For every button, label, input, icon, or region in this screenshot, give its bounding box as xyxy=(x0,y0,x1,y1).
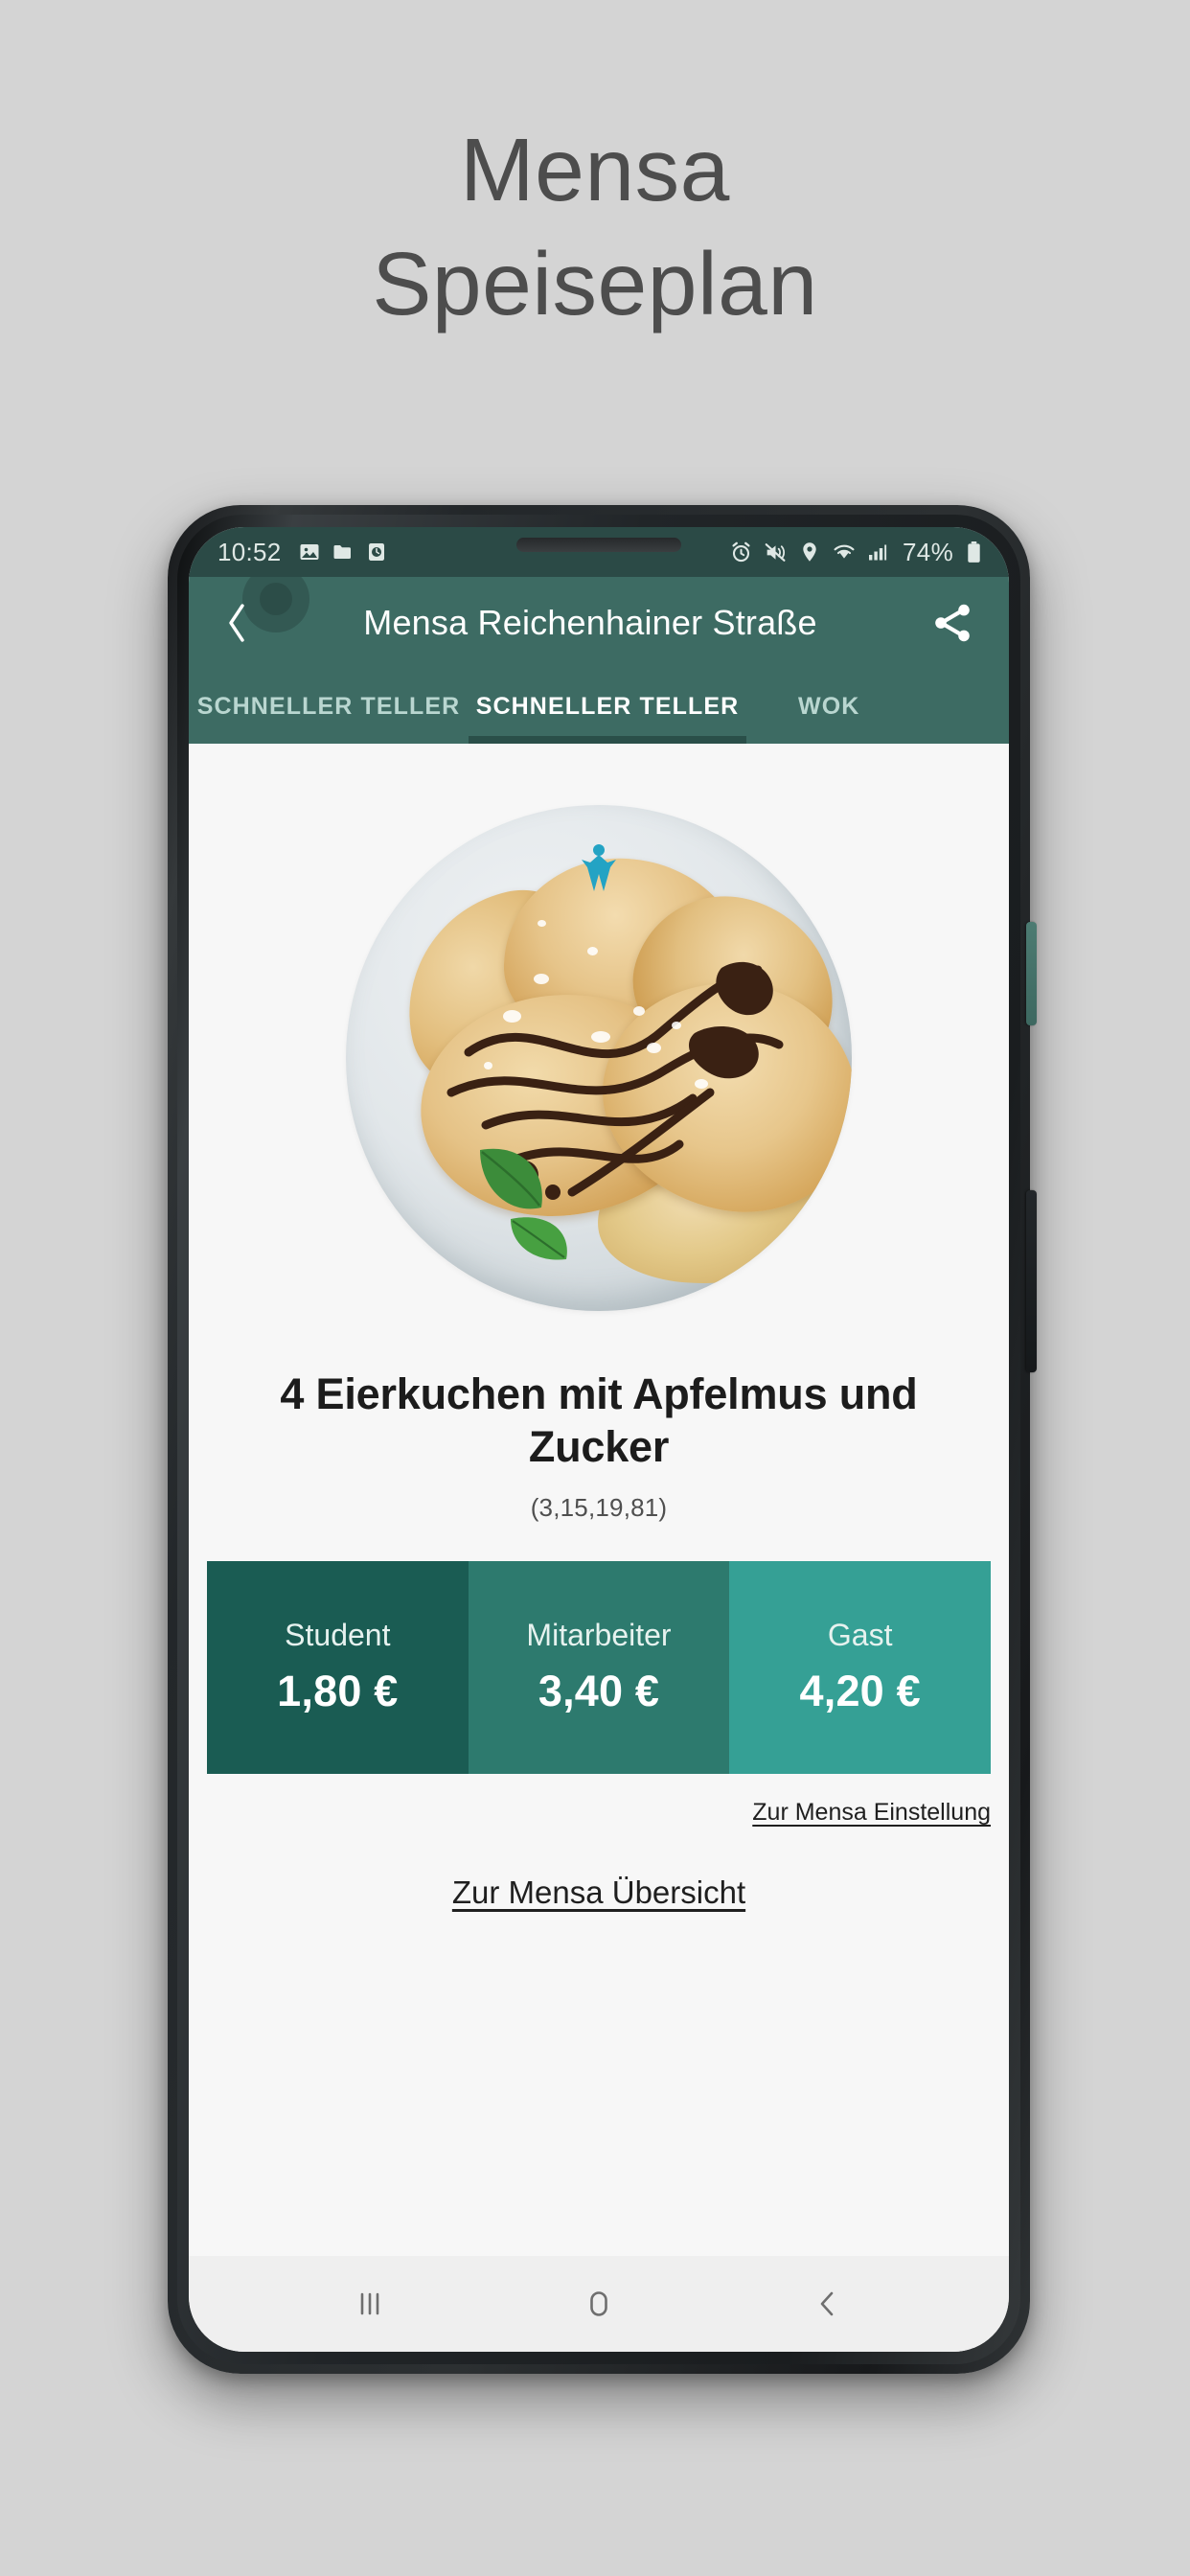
dish-title: 4 Eierkuchen mit Apfelmus und Zucker xyxy=(280,1369,918,1471)
bixby-button[interactable] xyxy=(1026,922,1037,1025)
price-value: 3,40 € xyxy=(538,1667,660,1716)
phone-screen: 10:52 74% Mensa Reichenhainer Straße SCH… xyxy=(189,527,1009,2352)
status-bar-left: 10:52 xyxy=(217,538,388,567)
powdered-sugar xyxy=(591,1031,610,1043)
powdered-sugar xyxy=(647,1043,661,1053)
price-cell-gast[interactable]: Gast 4,20 € xyxy=(729,1560,992,1774)
powdered-sugar xyxy=(538,920,546,927)
powdered-sugar xyxy=(672,1022,681,1029)
meal-photo xyxy=(331,790,867,1326)
page-title: Mensa Speiseplan xyxy=(0,113,1190,341)
tab-active-indicator xyxy=(469,736,746,744)
tab-schneller-teller-active[interactable]: SCHNELLER TELLER xyxy=(469,669,746,744)
system-nav-bar xyxy=(189,2256,1009,2352)
price-value: 4,20 € xyxy=(799,1667,921,1716)
powdered-sugar xyxy=(503,1010,521,1023)
price-label: Gast xyxy=(827,1618,893,1653)
nav-recents-button[interactable] xyxy=(332,2273,408,2334)
tab-bar: SCHNELLER TELLER SCHNELLER TELLER WOK xyxy=(189,669,1009,744)
phone-device: 10:52 74% Mensa Reichenhainer Straße SCH… xyxy=(168,505,1037,2374)
nav-home-button[interactable] xyxy=(561,2273,637,2334)
page-title-line-1: Mensa xyxy=(460,120,730,219)
price-cell-mitarbeiter[interactable]: Mitarbeiter 3,40 € xyxy=(468,1560,730,1774)
price-value: 1,80 € xyxy=(277,1667,399,1716)
price-row: Student 1,80 € Mitarbeiter 3,40 € Gast 4… xyxy=(207,1560,992,1774)
home-icon xyxy=(590,2291,607,2316)
mensa-settings-link[interactable]: Zur Mensa Einstellung xyxy=(752,1799,991,1826)
recents-icon xyxy=(361,2292,379,2315)
star-person-logo xyxy=(582,844,616,891)
dish-additives: (3,15,19,81) xyxy=(530,1492,668,1522)
price-cell-student[interactable]: Student 1,80 € xyxy=(207,1560,469,1774)
status-bar-right: 74% xyxy=(729,538,982,567)
powdered-sugar xyxy=(587,947,598,955)
status-bar-clock: 10:52 xyxy=(217,537,282,566)
back-arrow-icon xyxy=(229,604,244,642)
powdered-sugar xyxy=(484,1062,492,1070)
mint-leaves xyxy=(480,1148,567,1260)
powdered-sugar xyxy=(695,1079,708,1089)
mensa-overview-link[interactable]: Zur Mensa Übersicht xyxy=(452,1874,745,1910)
power-button[interactable] xyxy=(1026,1190,1037,1372)
tab-schneller-teller-left[interactable]: SCHNELLER TELLER xyxy=(189,669,469,744)
powdered-sugar xyxy=(633,1006,645,1016)
meal-content: 4 Eierkuchen mit Apfelmus und Zucker (3,… xyxy=(189,744,1009,2256)
app-bar-title: Mensa Reichenhainer Straße xyxy=(363,603,817,642)
status-bar: 10:52 74% xyxy=(189,527,1009,577)
app-bar: Mensa Reichenhainer Straße xyxy=(189,565,1009,669)
location-icon xyxy=(798,540,821,564)
wifi-icon xyxy=(832,540,857,564)
clock-box-icon xyxy=(365,540,388,564)
back-chevron-icon xyxy=(820,2291,833,2316)
signal-icon xyxy=(867,540,888,564)
battery-percent-label: 74% xyxy=(903,537,953,566)
tab-wok[interactable]: WOK xyxy=(746,669,1009,744)
mute-vibrate-icon xyxy=(764,540,788,564)
price-label: Mitarbeiter xyxy=(526,1618,672,1653)
nav-back-button[interactable] xyxy=(790,2273,866,2334)
folder-icon xyxy=(332,540,355,564)
share-icon xyxy=(935,604,970,642)
plate-image xyxy=(346,805,852,1311)
gallery-icon xyxy=(298,540,321,564)
earpiece-speaker xyxy=(516,538,681,552)
share-button[interactable] xyxy=(925,595,980,651)
powdered-sugar xyxy=(534,974,549,984)
mensa-overview-link-row: Zur Mensa Übersicht xyxy=(452,1874,745,1911)
price-label: Student xyxy=(285,1618,391,1653)
alarm-icon xyxy=(729,540,753,564)
page-title-line-2: Speiseplan xyxy=(372,234,818,334)
mensa-settings-link-row: Zur Mensa Einstellung xyxy=(207,1799,991,1827)
battery-icon xyxy=(966,540,982,564)
back-button[interactable] xyxy=(210,596,263,650)
